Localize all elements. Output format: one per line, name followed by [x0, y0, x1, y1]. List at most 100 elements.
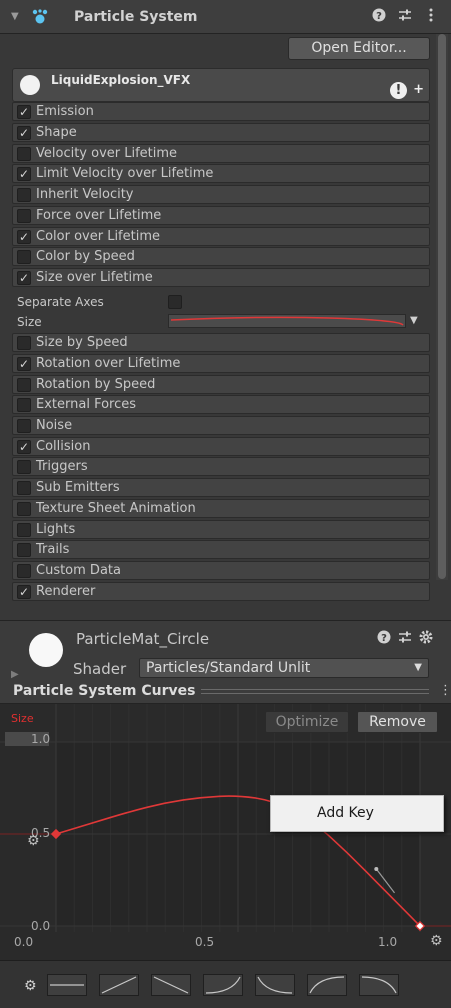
- gear-icon[interactable]: ⚙: [24, 978, 37, 994]
- particle-system-header[interactable]: ▼ Particle System ?: [0, 0, 451, 34]
- module-checkbox[interactable]: [17, 398, 31, 412]
- module-row[interactable]: Custom Data: [12, 561, 430, 580]
- y-tick-min: 0.0: [31, 919, 51, 933]
- separate-axes-checkbox[interactable]: [168, 295, 182, 309]
- gear-icon[interactable]: ⚙: [27, 833, 40, 849]
- x-tick-mid: 0.5: [195, 935, 215, 949]
- open-editor-button[interactable]: Open Editor...: [288, 37, 430, 60]
- module-row[interactable]: ✓ Collision: [12, 437, 430, 456]
- x-tick-min: 0.0: [14, 935, 34, 949]
- curve-preset-linear-up[interactable]: [99, 974, 139, 996]
- shader-value: Particles/Standard Unlit: [146, 660, 311, 676]
- module-row[interactable]: Size by Speed: [12, 333, 430, 352]
- module-label: Limit Velocity over Lifetime: [36, 166, 214, 181]
- header-icons: ?: [371, 8, 439, 24]
- module-checkbox[interactable]: [17, 147, 31, 161]
- resize-grip[interactable]: [201, 689, 429, 694]
- help-icon[interactable]: ?: [377, 630, 391, 644]
- shader-label: Shader: [73, 660, 127, 678]
- kebab-menu-icon[interactable]: [423, 8, 439, 24]
- curve-graph[interactable]: [0, 704, 451, 960]
- svg-text:?: ?: [381, 633, 387, 644]
- module-checkbox[interactable]: [17, 336, 31, 350]
- module-checkbox-checked[interactable]: ✓: [17, 230, 31, 244]
- x-tick-max: 1.0: [378, 935, 398, 949]
- module-label: Emission: [36, 104, 94, 119]
- module-checkbox-checked[interactable]: ✓: [17, 585, 31, 599]
- module-checkbox-checked[interactable]: ✓: [17, 105, 31, 119]
- module-checkbox[interactable]: [17, 250, 31, 264]
- material-foldout-icon[interactable]: ▶: [11, 669, 19, 680]
- curve-preset-linear-down[interactable]: [151, 974, 191, 996]
- chevron-down-icon[interactable]: ▼: [410, 315, 418, 326]
- curve-editor[interactable]: Size 1.0 0.5 0.0 0.0 0.5 1.0 Optimize Re…: [0, 704, 451, 960]
- curve-presets-bar: ⚙: [0, 960, 451, 1008]
- scrollbar-thumb[interactable]: [438, 34, 446, 579]
- module-label: Color over Lifetime: [36, 229, 160, 244]
- module-checkbox[interactable]: [17, 209, 31, 223]
- module-row[interactable]: Force over Lifetime: [12, 206, 430, 225]
- module-checkbox[interactable]: [17, 188, 31, 202]
- inspector-scrollbar[interactable]: [436, 34, 448, 580]
- module-row[interactable]: Sub Emitters: [12, 478, 430, 497]
- module-label: Collision: [36, 439, 91, 454]
- module-label: Lights: [36, 522, 76, 537]
- size-curve-field[interactable]: [168, 314, 406, 328]
- module-row[interactable]: ✓ Renderer: [12, 582, 430, 601]
- material-preview: [29, 633, 63, 667]
- warning-icon[interactable]: !: [390, 82, 407, 99]
- module-row[interactable]: Color by Speed: [12, 247, 430, 266]
- gear-icon[interactable]: ⚙: [430, 933, 443, 949]
- curve-preset-ease-out-down[interactable]: [255, 974, 295, 996]
- module-checkbox-checked[interactable]: ✓: [17, 357, 31, 371]
- module-row[interactable]: External Forces: [12, 395, 430, 414]
- preset-sliders-icon[interactable]: [397, 8, 413, 24]
- module-row[interactable]: Noise: [12, 416, 430, 435]
- module-label: Noise: [36, 418, 73, 433]
- curve-name-label: Size: [11, 712, 34, 725]
- module-checkbox[interactable]: [17, 523, 31, 537]
- module-row[interactable]: Triggers: [12, 457, 430, 476]
- module-row[interactable]: ✓ Size over Lifetime: [12, 268, 430, 287]
- module-row[interactable]: ✓ Limit Velocity over Lifetime: [12, 164, 430, 183]
- module-checkbox[interactable]: [17, 460, 31, 474]
- module-row[interactable]: Texture Sheet Animation: [12, 499, 430, 518]
- triangle-down-icon[interactable]: ▼: [11, 11, 23, 23]
- system-preview-icon: [20, 75, 40, 95]
- kebab-menu-icon[interactable]: ⋮: [439, 683, 451, 698]
- remove-button[interactable]: Remove: [357, 711, 438, 733]
- module-row[interactable]: Trails: [12, 540, 430, 559]
- module-checkbox[interactable]: [17, 543, 31, 557]
- gear-icon[interactable]: [419, 630, 433, 644]
- curve-preset-ease-in-down[interactable]: [359, 974, 399, 996]
- optimize-button[interactable]: Optimize: [265, 711, 349, 733]
- module-checkbox[interactable]: [17, 378, 31, 392]
- module-checkbox-checked[interactable]: ✓: [17, 126, 31, 140]
- module-row[interactable]: ✓ Color over Lifetime: [12, 227, 430, 246]
- context-menu-add-key[interactable]: Add Key: [270, 795, 444, 832]
- module-row[interactable]: Lights: [12, 520, 430, 539]
- preset-sliders-icon[interactable]: [398, 630, 412, 644]
- module-row[interactable]: Velocity over Lifetime: [12, 144, 430, 163]
- plus-icon[interactable]: +: [413, 83, 424, 97]
- module-row[interactable]: ✓ Rotation over Lifetime: [12, 354, 430, 373]
- module-row[interactable]: ✓ Emission: [12, 102, 430, 121]
- curve-preset-ease-out[interactable]: [307, 974, 347, 996]
- module-checkbox[interactable]: [17, 481, 31, 495]
- curve-preset-flat[interactable]: [47, 974, 87, 996]
- module-checkbox-checked[interactable]: ✓: [17, 271, 31, 285]
- module-checkbox-checked[interactable]: ✓: [17, 167, 31, 181]
- curves-header[interactable]: Particle System Curves ⋮: [0, 680, 451, 704]
- material-name: ParticleMat_Circle: [76, 630, 210, 648]
- module-checkbox[interactable]: [17, 419, 31, 433]
- shader-dropdown[interactable]: Particles/Standard Unlit ▼: [139, 658, 429, 678]
- module-row[interactable]: ✓ Shape: [12, 123, 430, 142]
- module-checkbox[interactable]: [17, 564, 31, 578]
- module-row[interactable]: Rotation by Speed: [12, 375, 430, 394]
- module-checkbox-checked[interactable]: ✓: [17, 440, 31, 454]
- module-checkbox[interactable]: [17, 502, 31, 516]
- particle-system-row[interactable]: LiquidExplosion_VFX ! +: [12, 68, 430, 102]
- curve-preset-ease-in[interactable]: [203, 974, 243, 996]
- module-row[interactable]: Inherit Velocity: [12, 185, 430, 204]
- help-icon[interactable]: ?: [371, 8, 387, 24]
